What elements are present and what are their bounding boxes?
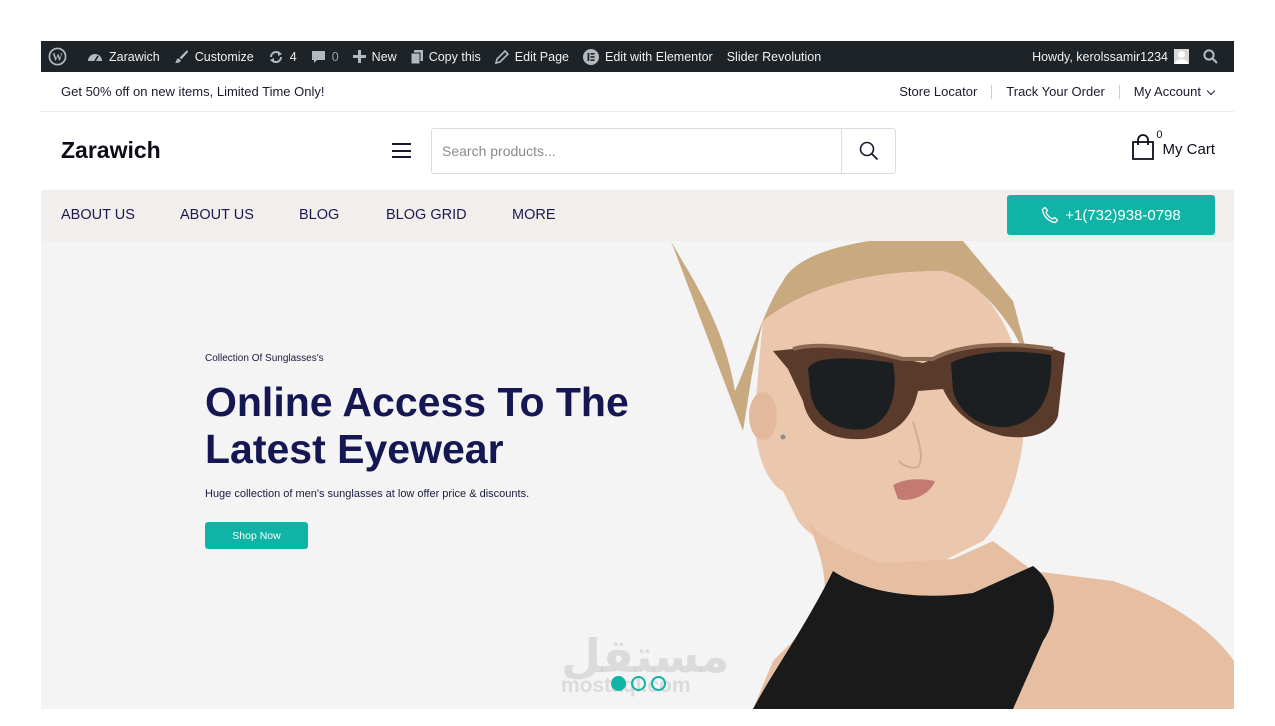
- wordpress-logo-icon: W: [48, 47, 67, 66]
- my-account-label: My Account: [1133, 84, 1201, 99]
- my-account-dropdown[interactable]: My Account: [1133, 84, 1216, 99]
- divider: [1118, 84, 1120, 99]
- wordpress-menu[interactable]: W: [41, 41, 80, 72]
- top-links: Store Locator Track Your Order My Accoun…: [899, 84, 1216, 99]
- copy-this-link[interactable]: Copy this: [404, 41, 488, 72]
- site-logo[interactable]: Zarawich: [61, 137, 161, 164]
- product-search: [431, 128, 896, 174]
- search-icon: [1203, 49, 1218, 64]
- new-content-menu[interactable]: New: [346, 41, 404, 72]
- new-label: New: [371, 49, 397, 64]
- svg-text:W: W: [52, 52, 63, 63]
- slider-dot-1[interactable]: [611, 676, 626, 691]
- copy-icon: [410, 49, 423, 64]
- nav-item-blog[interactable]: BLOG: [299, 207, 339, 223]
- hero-kicker: Collection Of Sunglasses's: [205, 353, 324, 364]
- paintbrush-icon: [174, 49, 188, 64]
- track-order-link[interactable]: Track Your Order: [1006, 84, 1105, 99]
- site-name: Zarawich: [109, 49, 160, 64]
- elementor-label: Edit with Elementor: [605, 49, 713, 64]
- site-name-menu[interactable]: Zarawich: [80, 41, 167, 72]
- customize-label: Customize: [194, 49, 254, 64]
- site-header: Zarawich 0 My Cart: [41, 112, 1234, 190]
- main-navigation: ABOUT US ABOUT US BLOG BLOG GRID MORE +1…: [41, 190, 1234, 241]
- promo-text: Get 50% off on new items, Limited Time O…: [61, 84, 325, 99]
- comments-link[interactable]: 0: [304, 41, 346, 72]
- plus-icon: [352, 50, 366, 63]
- customize-link[interactable]: Customize: [167, 41, 261, 72]
- top-bar: Get 50% off on new items, Limited Time O…: [41, 72, 1234, 112]
- hero-title-line-2: Latest Eyewear: [205, 426, 504, 472]
- updates-icon: [269, 50, 282, 63]
- hero-title: Online Access To The Latest Eyewear: [205, 379, 675, 473]
- elementor-icon: [583, 48, 600, 65]
- updates-link[interactable]: 4: [261, 41, 304, 72]
- nav-item-more[interactable]: MORE: [512, 207, 556, 223]
- slider-revolution-link[interactable]: Slider Revolution: [720, 41, 829, 72]
- search-button[interactable]: [841, 129, 895, 173]
- search-icon: [859, 141, 878, 161]
- admin-search[interactable]: [1196, 41, 1234, 72]
- phone-icon: [1042, 206, 1059, 224]
- wp-admin-bar: W Zarawich Customize 4 0 New Copy this E…: [41, 41, 1234, 72]
- search-input[interactable]: [432, 129, 841, 173]
- edit-page-link[interactable]: Edit Page: [488, 41, 576, 72]
- nav-item-about-us-2[interactable]: ABOUT US: [180, 207, 254, 223]
- menu-toggle-icon[interactable]: [392, 143, 411, 158]
- phone-number: +1(732)938-0798: [1065, 206, 1181, 224]
- hero-title-line-1: Online Access To The: [205, 379, 629, 425]
- slider-pagination: [611, 676, 671, 691]
- nav-item-blog-grid[interactable]: BLOG GRID: [386, 207, 467, 223]
- page-frame: W Zarawich Customize 4 0 New Copy this E…: [41, 41, 1234, 709]
- greeting: Howdy, kerolssamir1234: [1032, 49, 1168, 64]
- copy-this-label: Copy this: [428, 49, 481, 64]
- pencil-icon: [494, 49, 509, 64]
- divider: [991, 84, 993, 99]
- hero-slider: Collection Of Sunglasses's Online Access…: [41, 241, 1234, 709]
- comment-icon: [311, 50, 325, 63]
- cart-count: 0: [1156, 129, 1163, 141]
- slider-revolution-label: Slider Revolution: [726, 49, 822, 64]
- updates-count: 4: [289, 49, 297, 64]
- comments-count: 0: [331, 49, 339, 64]
- edit-with-elementor-link[interactable]: Edit with Elementor: [576, 41, 720, 72]
- avatar: [1174, 49, 1189, 64]
- slider-dot-3[interactable]: [651, 676, 666, 691]
- shopping-bag-icon: 0: [1131, 129, 1163, 165]
- chevron-down-icon: [1206, 86, 1216, 96]
- slider-dot-2[interactable]: [631, 676, 646, 691]
- nav-item-about-us[interactable]: ABOUT US: [61, 207, 135, 223]
- store-locator-link[interactable]: Store Locator: [899, 84, 977, 99]
- edit-page-label: Edit Page: [514, 49, 570, 64]
- shop-now-button[interactable]: Shop Now: [205, 522, 308, 549]
- dashboard-icon: [88, 53, 102, 61]
- hero-subtitle: Huge collection of men's sunglasses at l…: [205, 488, 530, 500]
- cart-link[interactable]: 0 My Cart: [1131, 129, 1216, 165]
- phone-button[interactable]: +1(732)938-0798: [1007, 195, 1215, 235]
- account-menu[interactable]: Howdy, kerolssamir1234: [1025, 41, 1196, 72]
- watermark-arabic: مستقل: [561, 629, 730, 683]
- cart-label: My Cart: [1162, 141, 1216, 158]
